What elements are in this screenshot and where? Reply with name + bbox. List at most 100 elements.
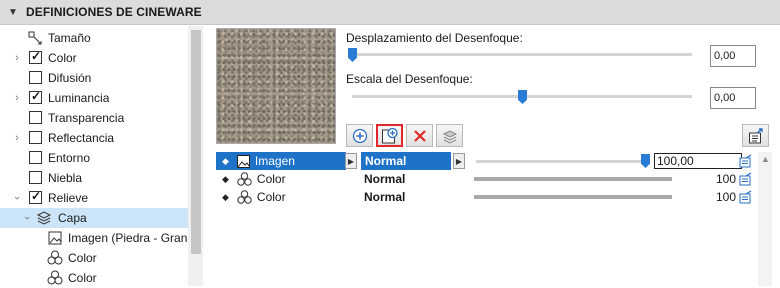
layer-opacity-value: 100 xyxy=(715,172,736,186)
bump-checkbox[interactable] xyxy=(29,189,42,204)
layer-row[interactable]: ◆ Color Normal 100 xyxy=(216,170,758,188)
delete-icon xyxy=(413,129,426,142)
blend-mode-select[interactable]: Normal xyxy=(364,170,454,188)
blur-offset-slider[interactable] xyxy=(352,53,692,56)
layer-name: Imagen xyxy=(254,154,295,168)
tree-item-layer[interactable]: › Capa xyxy=(0,208,188,228)
layer-row[interactable]: ◆ Imagen ▶ Normal ▶ 100,00 xyxy=(216,152,758,170)
tree-item-label: Color xyxy=(68,271,97,285)
blend-mode-arrow-icon[interactable]: ▶ xyxy=(453,153,465,169)
color-channels-icon xyxy=(237,172,252,186)
chevron-down-icon[interactable]: › xyxy=(11,193,23,203)
chevron-down-icon[interactable]: ▼ xyxy=(8,7,18,18)
tree-item-label: Reflectancia xyxy=(48,131,115,145)
blur-offset-label: Desplazamiento del Desenfoque: xyxy=(346,31,523,45)
chevron-right-icon[interactable]: › xyxy=(12,132,22,144)
color-checkbox[interactable] xyxy=(29,49,42,64)
layer-opacity-bar[interactable] xyxy=(474,195,672,199)
panel-header[interactable]: ▼ DEFINICIONES DE CINEWARE xyxy=(0,0,780,25)
tree-item-color-layer[interactable]: Color xyxy=(0,248,188,268)
layer-name: Color xyxy=(256,190,286,204)
scrollbar-thumb[interactable] xyxy=(191,30,201,254)
size-arrows-icon xyxy=(28,31,42,45)
layer-opacity-input[interactable]: 100,00 xyxy=(654,153,742,169)
chevron-down-icon[interactable]: › xyxy=(21,213,33,223)
add-shader-button[interactable] xyxy=(346,124,373,147)
blur-offset-slider-thumb[interactable] xyxy=(348,48,357,62)
folder-layers-icon xyxy=(442,129,457,144)
tree-item-environment[interactable]: Entorno xyxy=(0,148,188,168)
blend-mode-value: Normal xyxy=(364,190,406,204)
tree-item-transparency[interactable]: Transparencia xyxy=(0,108,188,128)
drag-handle-icon[interactable]: ◆ xyxy=(222,156,229,167)
layer-name-cell[interactable]: ◆ Color xyxy=(216,170,346,188)
blend-mode-value: Normal xyxy=(365,154,407,168)
layer-opacity-bar[interactable] xyxy=(474,177,672,181)
tree-item-luminance[interactable]: › Luminancia xyxy=(0,88,188,108)
image-icon xyxy=(48,231,62,245)
color-channels-icon xyxy=(47,250,63,265)
layer-name-cell[interactable]: ◆ Color xyxy=(216,188,346,206)
fog-checkbox[interactable] xyxy=(29,171,42,184)
layer-settings-icon[interactable] xyxy=(739,154,753,168)
environment-checkbox[interactable] xyxy=(29,151,42,164)
image-icon xyxy=(236,154,250,168)
tree-item-label: Transparencia xyxy=(48,111,125,125)
layer-name: Color xyxy=(256,172,286,186)
chevron-right-icon[interactable]: › xyxy=(12,92,22,104)
tree-item-diffusion[interactable]: Difusión xyxy=(0,68,188,88)
tree-item-fog[interactable]: Niebla xyxy=(0,168,188,188)
tree-item-label: Entorno xyxy=(48,151,91,165)
transparency-checkbox[interactable] xyxy=(29,111,42,124)
tree-item-reflectance[interactable]: › Reflectancia xyxy=(0,128,188,148)
scroll-up-icon[interactable]: ▲ xyxy=(761,154,770,164)
delete-button[interactable] xyxy=(406,124,433,147)
tree-item-size[interactable]: Tamaño xyxy=(0,28,188,48)
blend-mode-select[interactable]: Normal xyxy=(361,152,451,170)
tree-item-label: Tamaño xyxy=(48,31,91,45)
tree-item-color[interactable]: › Color xyxy=(0,48,188,68)
layer-opacity-slider-thumb[interactable] xyxy=(641,154,650,168)
tree-item-label: Imagen (Piedra - Granito xyxy=(68,231,188,245)
chevron-right-icon[interactable]: › xyxy=(12,52,22,64)
add-image-button[interactable] xyxy=(376,124,403,147)
color-channels-icon xyxy=(47,270,63,285)
tree-item-color-layer[interactable]: Color xyxy=(0,268,188,288)
tree-item-bump[interactable]: › Relieve xyxy=(0,188,188,208)
export-button[interactable] xyxy=(742,124,769,147)
tree-item-label: Color xyxy=(68,251,97,265)
panel-title: DEFINICIONES DE CINEWARE xyxy=(26,5,202,19)
tree-item-label: Relieve xyxy=(48,191,89,205)
layer-name-cell[interactable]: ◆ Imagen xyxy=(216,152,346,170)
layer-opacity-slider[interactable] xyxy=(476,160,646,163)
expand-arrow-icon[interactable]: ▶ xyxy=(345,153,357,169)
tree-item-label: Color xyxy=(48,51,77,65)
layer-settings-icon[interactable] xyxy=(739,190,753,204)
add-image-icon xyxy=(381,127,398,143)
blend-mode-value: Normal xyxy=(364,172,406,186)
drag-handle-icon[interactable]: ◆ xyxy=(222,192,229,203)
tree-item-label: Niebla xyxy=(48,171,83,185)
blur-scale-slider-thumb[interactable] xyxy=(518,90,527,104)
layer-opacity-value: 100,00 xyxy=(657,154,694,168)
diffusion-checkbox[interactable] xyxy=(29,71,42,84)
layer-row[interactable]: ◆ Color Normal 100 xyxy=(216,188,758,206)
tree-item-label: Capa xyxy=(58,211,87,225)
tree-item-label: Difusión xyxy=(48,71,92,85)
export-icon xyxy=(748,127,763,143)
layer-table-scrollbar[interactable]: ▲ xyxy=(758,152,772,286)
reflectance-checkbox[interactable] xyxy=(29,131,42,144)
tree-item-label: Luminancia xyxy=(48,91,110,105)
layer-settings-icon[interactable] xyxy=(739,172,753,186)
luminance-checkbox[interactable] xyxy=(29,89,42,104)
layer-opacity-value: 100 xyxy=(715,190,736,204)
tree-item-image[interactable]: Imagen (Piedra - Granito xyxy=(0,228,188,248)
blur-offset-input[interactable]: 0,00 xyxy=(710,45,756,67)
channel-tree: Tamaño › Color Difusión › Luminancia Tra… xyxy=(0,26,204,286)
tree-scrollbar[interactable] xyxy=(188,26,203,286)
blur-scale-input[interactable]: 0,00 xyxy=(710,87,756,109)
folder-layers-button[interactable] xyxy=(436,124,463,147)
color-channels-icon xyxy=(237,190,252,204)
drag-handle-icon[interactable]: ◆ xyxy=(222,174,229,185)
blend-mode-select[interactable]: Normal xyxy=(364,188,454,206)
